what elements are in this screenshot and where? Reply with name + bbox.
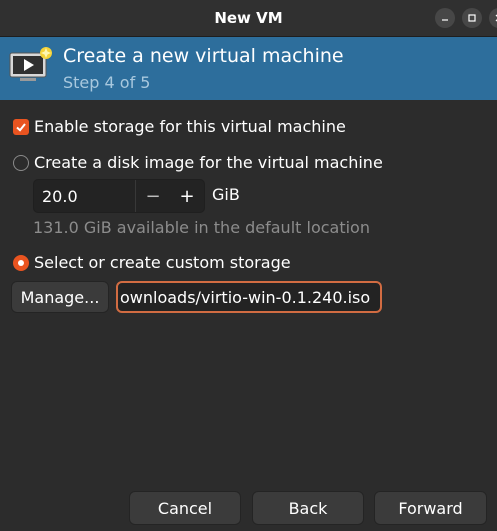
forward-button[interactable]: Forward	[374, 491, 487, 525]
storage-path-field[interactable]	[116, 281, 382, 313]
minimize-icon	[442, 19, 448, 21]
back-button[interactable]: Back	[252, 491, 364, 525]
disk-size-spinbutton[interactable]: 20.0 − +	[33, 179, 205, 213]
new-vm-monitor-icon	[9, 47, 52, 81]
title-bar: New VM	[0, 0, 497, 37]
radio-selected-dot	[18, 259, 24, 266]
wizard-title: Create a new virtual machine	[63, 45, 344, 67]
minimize-button[interactable]	[435, 8, 455, 28]
maximize-button[interactable]	[462, 8, 482, 28]
available-space-text: 131.0 GiB available in the default locat…	[33, 218, 370, 237]
decrement-button[interactable]: −	[135, 180, 170, 212]
increment-button[interactable]: +	[170, 180, 204, 212]
create-disk-label: Create a disk image for the virtual mach…	[34, 153, 383, 172]
disk-size-unit: GiB	[212, 185, 240, 204]
enable-storage-checkbox[interactable]	[13, 118, 29, 135]
cancel-button[interactable]: Cancel	[129, 491, 241, 525]
manage-button[interactable]: Manage...	[11, 281, 109, 313]
wizard-header: Create a new virtual machine Step 4 of 5	[0, 37, 497, 100]
custom-storage-row[interactable]: Select or create custom storage	[13, 253, 291, 272]
maximize-icon	[468, 14, 476, 22]
enable-storage-label: Enable storage for this virtual machine	[34, 117, 346, 136]
create-disk-radio[interactable]	[13, 154, 29, 171]
storage-path-input[interactable]	[118, 283, 380, 311]
checkmark-icon	[16, 122, 26, 132]
window-title: New VM	[214, 9, 283, 27]
new-vm-dialog: New VM Create a new virtual machine Step…	[0, 0, 497, 531]
custom-storage-radio[interactable]	[13, 254, 29, 271]
create-disk-row[interactable]: Create a disk image for the virtual mach…	[13, 153, 383, 172]
custom-storage-label: Select or create custom storage	[34, 253, 291, 272]
disk-size-value[interactable]: 20.0	[34, 187, 135, 206]
enable-storage-row[interactable]: Enable storage for this virtual machine	[13, 117, 346, 136]
wizard-step: Step 4 of 5	[63, 73, 151, 92]
